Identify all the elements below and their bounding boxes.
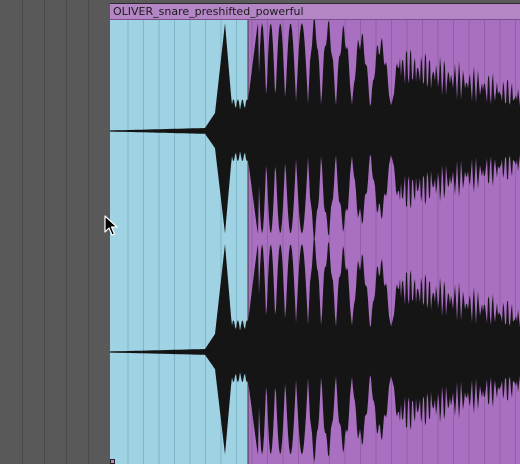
empty-track-lane[interactable]	[0, 0, 110, 464]
waveform-display	[110, 20, 520, 464]
clip-name: OLIVER_snare_preshifted_powerful	[113, 5, 304, 18]
waveform-area[interactable]	[110, 20, 520, 464]
clip-title-bar[interactable]: OLIVER_snare_preshifted_powerful	[110, 3, 520, 20]
grid-line	[88, 0, 89, 464]
clip-start-handle-bottom[interactable]	[110, 459, 115, 464]
audio-clip[interactable]: OLIVER_snare_preshifted_powerful	[110, 3, 520, 464]
grid-line	[22, 0, 23, 464]
grid-line	[66, 0, 67, 464]
grid-line	[44, 0, 45, 464]
mouse-pointer-icon	[104, 215, 118, 236]
